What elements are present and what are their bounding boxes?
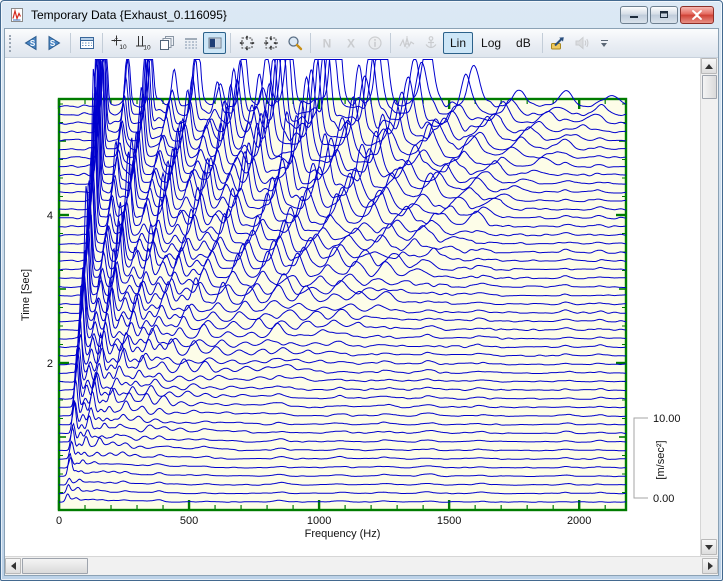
prev-s-icon: S [22,35,39,51]
minimize-icon [628,10,640,20]
cascade-icon [159,35,175,51]
amp-max-label: 10.00 [653,413,681,425]
x-tick-label: 500 [180,515,198,527]
x-axis-title: Frequency (Hz) [305,528,381,540]
svg-text:10: 10 [119,44,127,51]
waterfall-chart: 0 500 1000 1500 2000 2 4 Frequency (Hz) Time [Se… [5,58,702,560]
export-hand-icon [550,35,566,51]
scroll-left-button[interactable] [5,558,21,574]
toolbar-button-spectrogram-display[interactable] [179,32,202,54]
toolbar-button-harmonic-cursor[interactable]: 10 [131,32,154,54]
toolbar-grip[interactable] [9,35,14,52]
arrow-up-icon [705,64,713,69]
arrow-right-icon [708,562,713,570]
toolbar-button-zoom-tool[interactable] [283,32,306,54]
next-s-icon: S [46,35,63,51]
plot-region: 0 500 1000 1500 2000 2 4 Frequency (Hz) Time [Se… [5,58,700,556]
window-body: S S 10 10 N X LinLogdB 0 500 1000 1500 2000 2 4 Frequ… [4,28,719,576]
zoom-out-box-icon [263,35,279,51]
scroll-down-button[interactable] [701,539,717,555]
scroll-up-button[interactable] [701,58,717,74]
amplitude-scale-bracket [634,418,648,498]
toolbar-separator [230,33,231,53]
chevron-down-icon [601,43,607,47]
window-icon [9,7,25,23]
titlebar[interactable]: Temporary Data {Exhaust_0.116095} [1,1,722,28]
window-controls [620,6,714,24]
close-button[interactable] [680,6,714,24]
toolbar-button-next-dataset[interactable]: S [43,32,66,54]
restore-icon [658,9,670,20]
toolbar-button-cascade-display[interactable] [155,32,178,54]
wave-cursor-icon [399,35,415,51]
y-tick-label: 4 [47,210,53,222]
y-axis-title: Time [Sec] [20,269,32,321]
amp-units-label: [m/sec²] [655,440,667,479]
x-tick-label: 1500 [437,515,461,527]
svg-text:10: 10 [143,45,151,52]
app-window: Temporary Data {Exhaust_0.116095} S S 10 10… [0,0,723,581]
anchor-icon [423,35,439,51]
toolbar-button-export-data[interactable] [547,32,570,54]
svg-text:X: X [346,37,354,51]
horizontal-scroll-thumb[interactable] [22,558,88,574]
svg-text:S: S [50,39,56,48]
close-icon [691,10,703,20]
arrow-down-icon [705,545,713,550]
restore-button[interactable] [650,6,678,24]
y-tick-label: 2 [47,358,53,370]
scroll-right-button[interactable] [702,558,718,574]
toolbar-button-single-cursor[interactable]: 10 [107,32,130,54]
chart-area-row: 0 500 1000 1500 2000 2 4 Frequency (Hz) Time [Se… [5,58,718,556]
magnifier-icon [287,35,303,51]
letter-n-icon: N [319,35,335,51]
toolbar-button-scale-linear[interactable]: Lin [443,32,473,54]
toolbar-separator [542,33,543,53]
amp-min-label: 0.00 [653,493,674,505]
vertical-scroll-track[interactable] [701,99,718,539]
toolbar-button-info [363,32,386,54]
toolbar-button-waterfall-display[interactable] [203,32,226,54]
harmonic-10-icon: 10 [135,35,151,51]
x-tick-label: 1000 [307,515,331,527]
data-table-icon [79,35,95,51]
toolbar-button-tool-x: X [339,32,362,54]
toolbar-button-show-data-table[interactable] [75,32,98,54]
minimize-button[interactable] [620,6,648,24]
letter-x-icon: X [343,35,359,51]
svg-text:N: N [322,37,331,51]
x-tick-label: 0 [56,515,62,527]
zoom-in-box-icon [239,35,255,51]
rows-icon [183,35,199,51]
toolbar-button-previous-dataset[interactable]: S [19,32,42,54]
toolbar-button-scale-db[interactable]: dB [509,32,538,54]
toolbar-button-zoom-in[interactable] [235,32,258,54]
toolbar: S S 10 10 N X LinLogdB [5,29,718,58]
cursor-10-icon: 10 [111,35,127,51]
toolbar-separator [102,33,103,53]
svg-text:S: S [30,39,36,48]
toolbar-separator [70,33,71,53]
toolbar-button-tool-n: N [315,32,338,54]
toolbar-button-play-audio [571,32,594,54]
vertical-scrollbar[interactable] [700,58,718,556]
toolbar-separator [390,33,391,53]
toolbar-button-zoom-out[interactable] [259,32,282,54]
toolbar-button-anchor-cursor [419,32,442,54]
toolbar-overflow-bar [601,40,608,41]
waterfall-icon [207,35,223,51]
arrow-left-icon [11,562,16,570]
toolbar-separator [310,33,311,53]
info-circle-icon [367,35,383,51]
x-tick-label: 2000 [567,515,591,527]
toolbar-button-peak-cursor [395,32,418,54]
speaker-icon [574,35,590,51]
vertical-scroll-thumb[interactable] [702,75,717,99]
toolbar-overflow-button[interactable] [601,40,608,47]
window-title: Temporary Data {Exhaust_0.116095} [31,8,620,22]
toolbar-button-scale-log[interactable]: Log [474,32,508,54]
